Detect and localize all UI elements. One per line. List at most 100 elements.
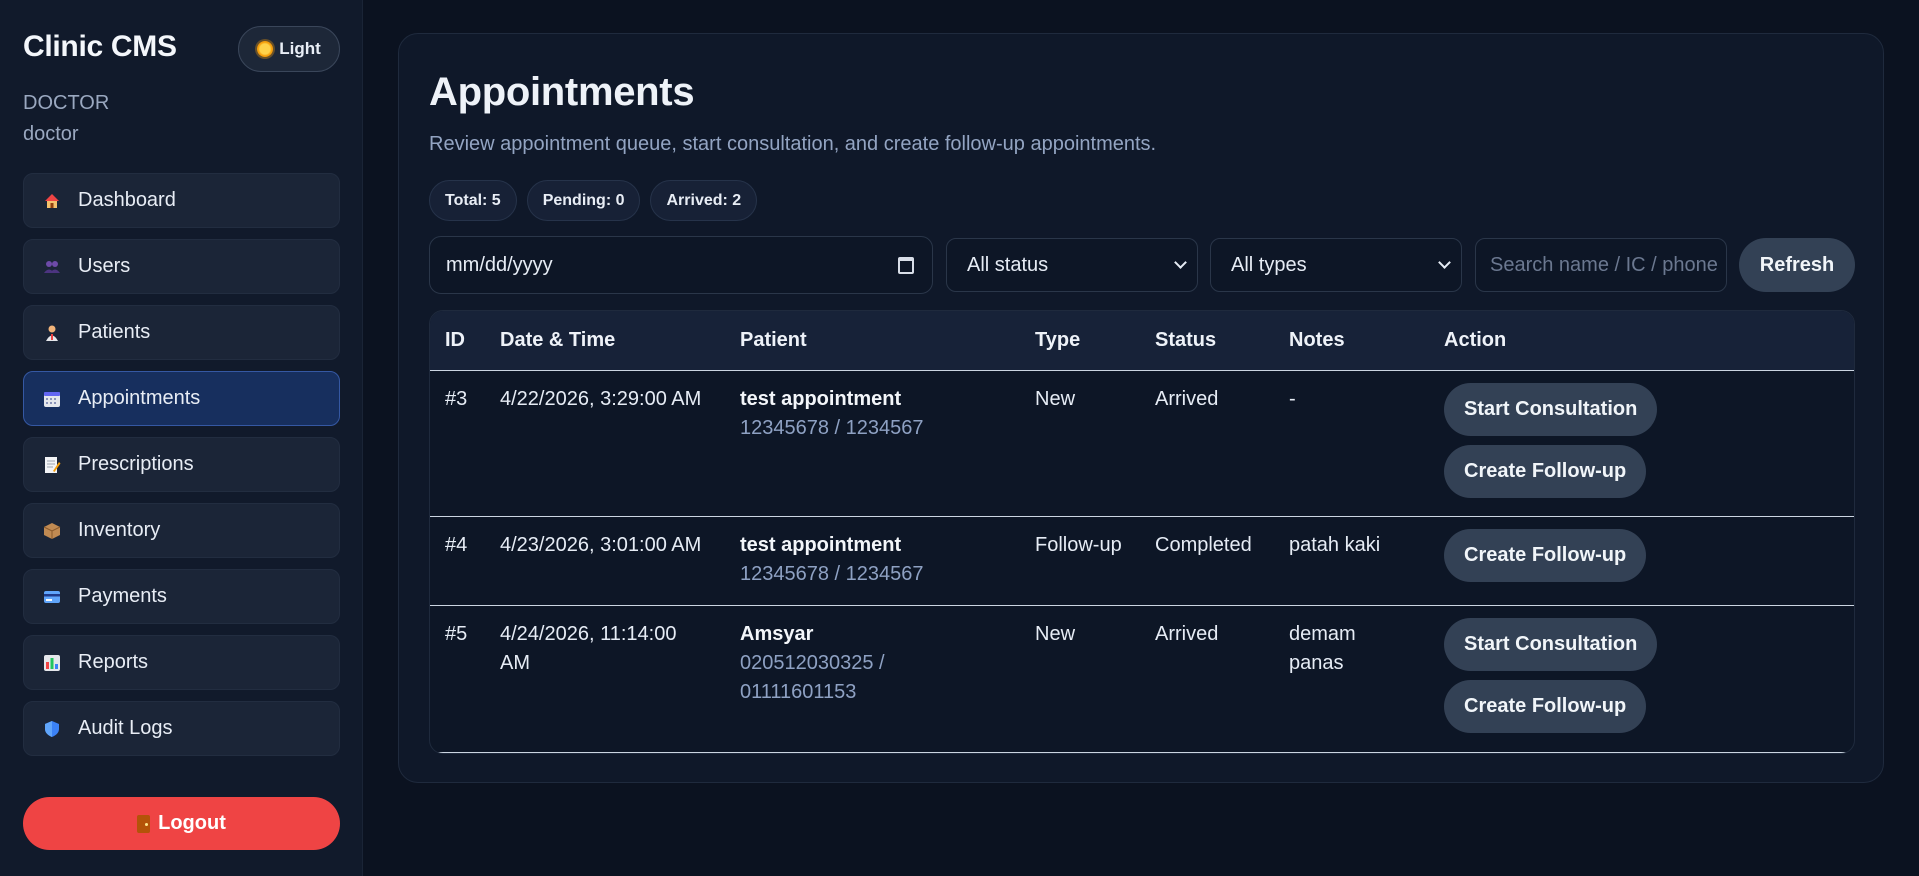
- status-filter-select[interactable]: All status: [946, 238, 1198, 292]
- table-row: #5 4/24/2026, 11:14:00 AM Amsyar 0205120…: [430, 605, 1854, 753]
- sidebar-item-label: Users: [78, 255, 131, 277]
- brand-row: Clinic CMS Light: [23, 26, 340, 72]
- cell-type: New: [1020, 605, 1140, 753]
- cell-patient: Amsyar 020512030325 / 01111601153: [725, 605, 1020, 753]
- house-icon: [42, 191, 62, 211]
- app-title: Clinic CMS: [23, 30, 177, 63]
- column-header-status: Status: [1140, 311, 1274, 371]
- cell-datetime: 4/23/2026, 3:01:00 AM: [485, 516, 725, 606]
- sidebar-item-label: Audit Logs: [78, 717, 173, 739]
- cell-datetime: 4/22/2026, 3:29:00 AM: [485, 370, 725, 517]
- shield-icon: [42, 719, 62, 739]
- create-follow-up-button[interactable]: Create Follow-up: [1444, 528, 1647, 582]
- cell-status: Arrived: [1140, 370, 1274, 517]
- cell-type: New: [1020, 370, 1140, 517]
- sidebar-item-label: Appointments: [78, 387, 201, 409]
- type-filter-select[interactable]: All types: [1210, 238, 1462, 292]
- sidebar-item-label: Prescriptions: [78, 453, 194, 475]
- chevron-down-icon: [1438, 256, 1451, 269]
- package-icon: [42, 521, 62, 541]
- patient-ids: 12345678 / 1234567: [740, 416, 924, 439]
- cell-patient: test appointment 12345678 / 1234567: [725, 516, 1020, 606]
- start-consultation-button[interactable]: Start Consultation: [1444, 382, 1658, 436]
- table-row: #4 4/23/2026, 3:01:00 AM test appointmen…: [430, 516, 1854, 606]
- summary-badges: Total: 5 Pending: 0 Arrived: 2: [429, 180, 758, 221]
- column-header-id: ID: [430, 311, 485, 371]
- cell-status: Arrived: [1140, 605, 1274, 753]
- arrived-badge: Arrived: 2: [650, 180, 758, 221]
- memo-icon: [42, 455, 62, 475]
- patient-name: test appointment: [740, 387, 902, 410]
- refresh-button[interactable]: Refresh: [1739, 238, 1855, 292]
- sidebar-nav: Dashboard Users Patients Appointments Pr…: [23, 173, 340, 767]
- sidebar-item-label: Reports: [78, 651, 149, 673]
- cell-notes: demam panas: [1274, 605, 1429, 753]
- cell-patient: test appointment 12345678 / 1234567: [725, 370, 1020, 517]
- calendar-icon: [42, 389, 62, 409]
- patient-icon: [42, 323, 62, 343]
- sidebar-item-appointments[interactable]: Appointments: [23, 371, 340, 426]
- start-consultation-button[interactable]: Start Consultation: [1444, 617, 1658, 671]
- date-filter-input[interactable]: mm/dd/yyyy: [429, 236, 933, 294]
- patient-ids: 12345678 / 1234567: [740, 562, 924, 585]
- cell-type: Follow-up: [1020, 516, 1140, 606]
- sidebar-item-label: Patients: [78, 321, 151, 343]
- logout-label: Logout: [158, 812, 226, 834]
- cell-id: #5: [430, 605, 485, 753]
- type-filter-value: All types: [1231, 253, 1307, 276]
- sidebar-item-payments[interactable]: Payments: [23, 569, 340, 624]
- create-follow-up-button[interactable]: Create Follow-up: [1444, 679, 1647, 733]
- bar-chart-icon: [42, 653, 62, 673]
- theme-toggle-label: Light: [279, 39, 321, 58]
- sidebar-item-label: Inventory: [78, 519, 161, 541]
- appointments-table: ID Date & Time Patient Type Status Notes…: [429, 310, 1855, 754]
- status-filter-value: All status: [967, 253, 1049, 276]
- sidebar-item-users[interactable]: Users: [23, 239, 340, 294]
- page-subtitle: Review appointment queue, start consulta…: [429, 133, 1157, 155]
- cell-notes: -: [1274, 370, 1429, 517]
- sun-icon: [257, 41, 274, 57]
- pending-badge: Pending: 0: [526, 180, 641, 221]
- total-badge: Total: 5: [429, 180, 517, 221]
- sidebar-item-audit-logs[interactable]: Audit Logs: [23, 701, 340, 756]
- column-header-notes: Notes: [1274, 311, 1429, 371]
- column-header-patient: Patient: [725, 311, 1020, 371]
- logout-button[interactable]: Logout: [23, 797, 340, 850]
- card-icon: [42, 587, 62, 607]
- column-header-datetime: Date & Time: [485, 311, 725, 371]
- username: doctor: [23, 123, 79, 145]
- sidebar-item-label: Dashboard: [78, 189, 176, 211]
- sidebar-item-reports[interactable]: Reports: [23, 635, 340, 690]
- cell-action: Start Consultation Create Follow-up: [1429, 605, 1854, 753]
- table-row: #3 4/22/2026, 3:29:00 AM test appointmen…: [430, 370, 1854, 517]
- theme-toggle-button[interactable]: Light: [238, 26, 340, 72]
- patient-ids: 020512030325 / 01111601153: [740, 651, 885, 703]
- patient-name: Amsyar: [740, 622, 814, 645]
- cell-notes: patah kaki: [1274, 516, 1429, 606]
- table-header-row: ID Date & Time Patient Type Status Notes…: [430, 311, 1854, 371]
- appointments-panel: Appointments Review appointment queue, s…: [398, 33, 1884, 783]
- sidebar-item-dashboard[interactable]: Dashboard: [23, 173, 340, 228]
- cell-action: Start Consultation Create Follow-up: [1429, 370, 1854, 517]
- cell-status: Completed: [1140, 516, 1274, 606]
- sidebar-item-prescriptions[interactable]: Prescriptions: [23, 437, 340, 492]
- column-header-action: Action: [1429, 311, 1854, 371]
- filter-bar: mm/dd/yyyy All status All types Refresh: [429, 236, 1855, 294]
- search-input[interactable]: [1475, 238, 1727, 292]
- cell-action: Create Follow-up: [1429, 516, 1854, 606]
- user-role: DOCTOR: [23, 92, 110, 114]
- cell-id: #4: [430, 516, 485, 606]
- page-title: Appointments: [429, 70, 695, 114]
- cell-id: #3: [430, 370, 485, 517]
- date-placeholder: mm/dd/yyyy: [446, 253, 553, 276]
- cell-datetime: 4/24/2026, 11:14:00 AM: [485, 605, 725, 753]
- sidebar-item-patients[interactable]: Patients: [23, 305, 340, 360]
- sidebar: Clinic CMS Light DOCTOR doctor Dashboard…: [0, 0, 363, 876]
- column-header-type: Type: [1020, 311, 1140, 371]
- sidebar-item-inventory[interactable]: Inventory: [23, 503, 340, 558]
- users-icon: [42, 257, 62, 277]
- calendar-picker-icon[interactable]: [898, 257, 914, 274]
- door-icon: [137, 814, 151, 833]
- create-follow-up-button[interactable]: Create Follow-up: [1444, 444, 1647, 498]
- chevron-down-icon: [1174, 256, 1187, 269]
